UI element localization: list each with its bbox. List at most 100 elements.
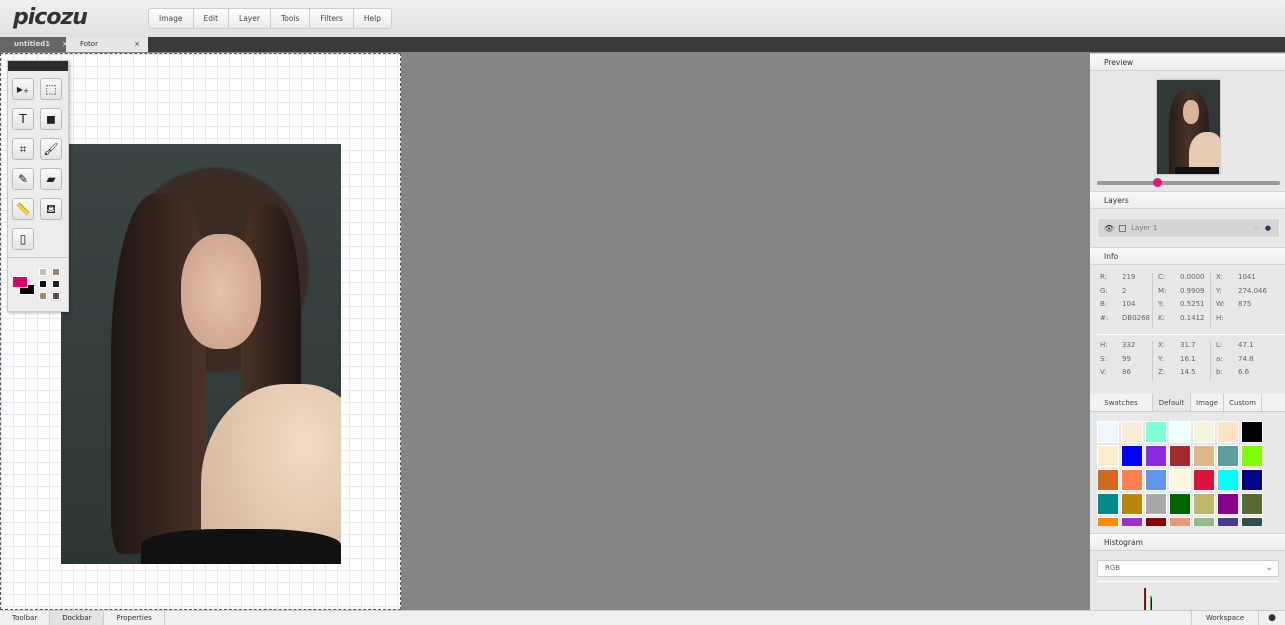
workspace-button[interactable]: Workspace: [1190, 611, 1260, 625]
color-swatch[interactable]: [1217, 469, 1239, 491]
menu-tools[interactable]: Tools: [271, 9, 311, 28]
tab-default[interactable]: Default: [1153, 394, 1191, 411]
preview-header[interactable]: Preview: [1090, 53, 1285, 71]
toolbar-toggle[interactable]: Toolbar: [0, 611, 51, 625]
color-swatch[interactable]: [1217, 493, 1239, 515]
color-swatch[interactable]: [1193, 493, 1215, 515]
menu-layer[interactable]: Layer: [229, 9, 271, 28]
select-tool[interactable]: ⬚: [40, 78, 62, 100]
color-swatch[interactable]: [1241, 469, 1263, 491]
color-swatch[interactable]: [1097, 493, 1119, 515]
preview-zoom-slider[interactable]: [1097, 178, 1280, 187]
picozu-logo: picozu: [13, 5, 88, 30]
menu-filters[interactable]: Filters: [310, 9, 354, 28]
color-swatch[interactable]: [1121, 421, 1143, 443]
eraser-tool[interactable]: ▰: [40, 168, 62, 190]
color-swatch[interactable]: [1097, 517, 1119, 526]
color-swatch[interactable]: [1193, 445, 1215, 467]
color-swatch[interactable]: [1145, 445, 1167, 467]
text-tool[interactable]: T: [12, 108, 34, 130]
histogram-header[interactable]: Histogram: [1090, 533, 1285, 551]
lock-icon[interactable]: ▣: [1253, 224, 1260, 232]
color-swatch[interactable]: [1145, 421, 1167, 443]
recent-color-swatch[interactable]: [52, 280, 60, 288]
ruler-tool[interactable]: 📏: [12, 198, 34, 220]
color-swatch[interactable]: [1169, 445, 1191, 467]
tab-fotor-after[interactable]: Fotor after.jpg ×: [66, 37, 148, 63]
brush-tool[interactable]: 🖌: [40, 138, 62, 160]
color-swatch[interactable]: [1097, 469, 1119, 491]
color-swatch[interactable]: [1145, 517, 1167, 526]
tab-label: Fotor after.jpg: [80, 40, 109, 63]
color-swatch[interactable]: [1121, 517, 1143, 526]
tab-image[interactable]: Image: [1191, 394, 1224, 411]
color-swatch[interactable]: [1241, 445, 1263, 467]
close-icon[interactable]: ×: [134, 37, 140, 52]
canvas-photo[interactable]: [61, 144, 341, 564]
color-swatch[interactable]: [1217, 445, 1239, 467]
slider-knob[interactable]: [1153, 178, 1163, 187]
color-swatch[interactable]: [1193, 517, 1215, 526]
color-swatch[interactable]: [1145, 469, 1167, 491]
info-label: V:: [1100, 368, 1107, 376]
color-swatch[interactable]: [1169, 421, 1191, 443]
toolbox-handle[interactable]: [8, 61, 68, 71]
shape-tool[interactable]: ◼: [40, 108, 62, 130]
color-swatch[interactable]: [1097, 421, 1119, 443]
info-col5: X: 31.7 Y: 16.1 Z: 14.5: [1158, 341, 1196, 382]
info-value: 6.6: [1238, 368, 1250, 376]
color-swatch[interactable]: [1121, 469, 1143, 491]
color-swatch[interactable]: [1241, 493, 1263, 515]
info-col3: X: 1041 Y: 274.046 W: 875 H:: [1216, 273, 1267, 327]
layers-header[interactable]: Layers: [1090, 191, 1285, 209]
color-swatch[interactable]: [1169, 469, 1191, 491]
eye-icon[interactable]: 👁: [1104, 224, 1114, 233]
move-tool[interactable]: ▸₊: [12, 78, 34, 100]
info-value: 274.046: [1238, 286, 1267, 295]
info-header[interactable]: Info: [1090, 247, 1285, 265]
recent-color-swatch[interactable]: [39, 280, 47, 288]
info-label: W:: [1216, 300, 1225, 308]
layer-checkbox[interactable]: [1119, 224, 1127, 232]
recent-color-swatch[interactable]: [39, 292, 47, 300]
tab-custom[interactable]: Custom: [1224, 394, 1262, 411]
tab-swatches[interactable]: Swatches: [1090, 394, 1153, 411]
color-swatch[interactable]: [1217, 421, 1239, 443]
histogram-channel-select[interactable]: RGB ⌄: [1097, 560, 1279, 577]
spray-tool[interactable]: ▯: [12, 228, 34, 250]
foreground-color[interactable]: [12, 276, 28, 288]
crop-tool[interactable]: ⌗: [12, 138, 34, 160]
color-swatch[interactable]: [1121, 493, 1143, 515]
recent-color-swatch[interactable]: [52, 292, 60, 300]
color-swatch[interactable]: [1193, 469, 1215, 491]
color-swatch[interactable]: [1145, 493, 1167, 515]
tab-untitled1[interactable]: untitled1×: [0, 37, 68, 52]
dockbar-toggle[interactable]: Dockbar: [50, 611, 105, 625]
swatch-grid: [1097, 421, 1267, 526]
globe-icon[interactable]: ●: [1259, 611, 1285, 625]
color-swatch[interactable]: [1241, 517, 1263, 526]
toolbox: ▸₊ ⬚ T ◼ ⌗ 🖌 ✎ ▰ 📏 ⛾ ▯: [7, 60, 69, 312]
info-label: H:: [1216, 313, 1224, 322]
info-col6: L: 47.1 a: 74.8 b: 6.6: [1216, 341, 1254, 382]
color-swatch[interactable]: [1169, 493, 1191, 515]
color-swatch[interactable]: [1193, 421, 1215, 443]
color-swatch[interactable]: [1097, 445, 1119, 467]
menu-help[interactable]: Help: [354, 9, 391, 28]
info-value: 0.0000: [1180, 273, 1205, 281]
recent-color-swatch[interactable]: [39, 268, 47, 276]
info-col1: R: 219 G: 2 B: 104 #: DB0268: [1100, 273, 1150, 327]
eyedropper-tool[interactable]: ✎: [12, 168, 34, 190]
color-swatch[interactable]: [1217, 517, 1239, 526]
color-swatch[interactable]: [1241, 421, 1263, 443]
properties-toggle[interactable]: Properties: [104, 611, 165, 625]
layer-row[interactable]: 👁 Layer 1 ▣ ●: [1097, 218, 1280, 238]
info-value: 0.5251: [1180, 300, 1205, 308]
recent-color-swatch[interactable]: [52, 268, 60, 276]
menu-image[interactable]: Image: [149, 9, 194, 28]
fill-tool[interactable]: ⛾: [40, 198, 62, 220]
menu-edit[interactable]: Edit: [194, 9, 230, 28]
color-swatch[interactable]: [1169, 517, 1191, 526]
color-swatch[interactable]: [1121, 445, 1143, 467]
info-label: R:: [1100, 273, 1108, 281]
